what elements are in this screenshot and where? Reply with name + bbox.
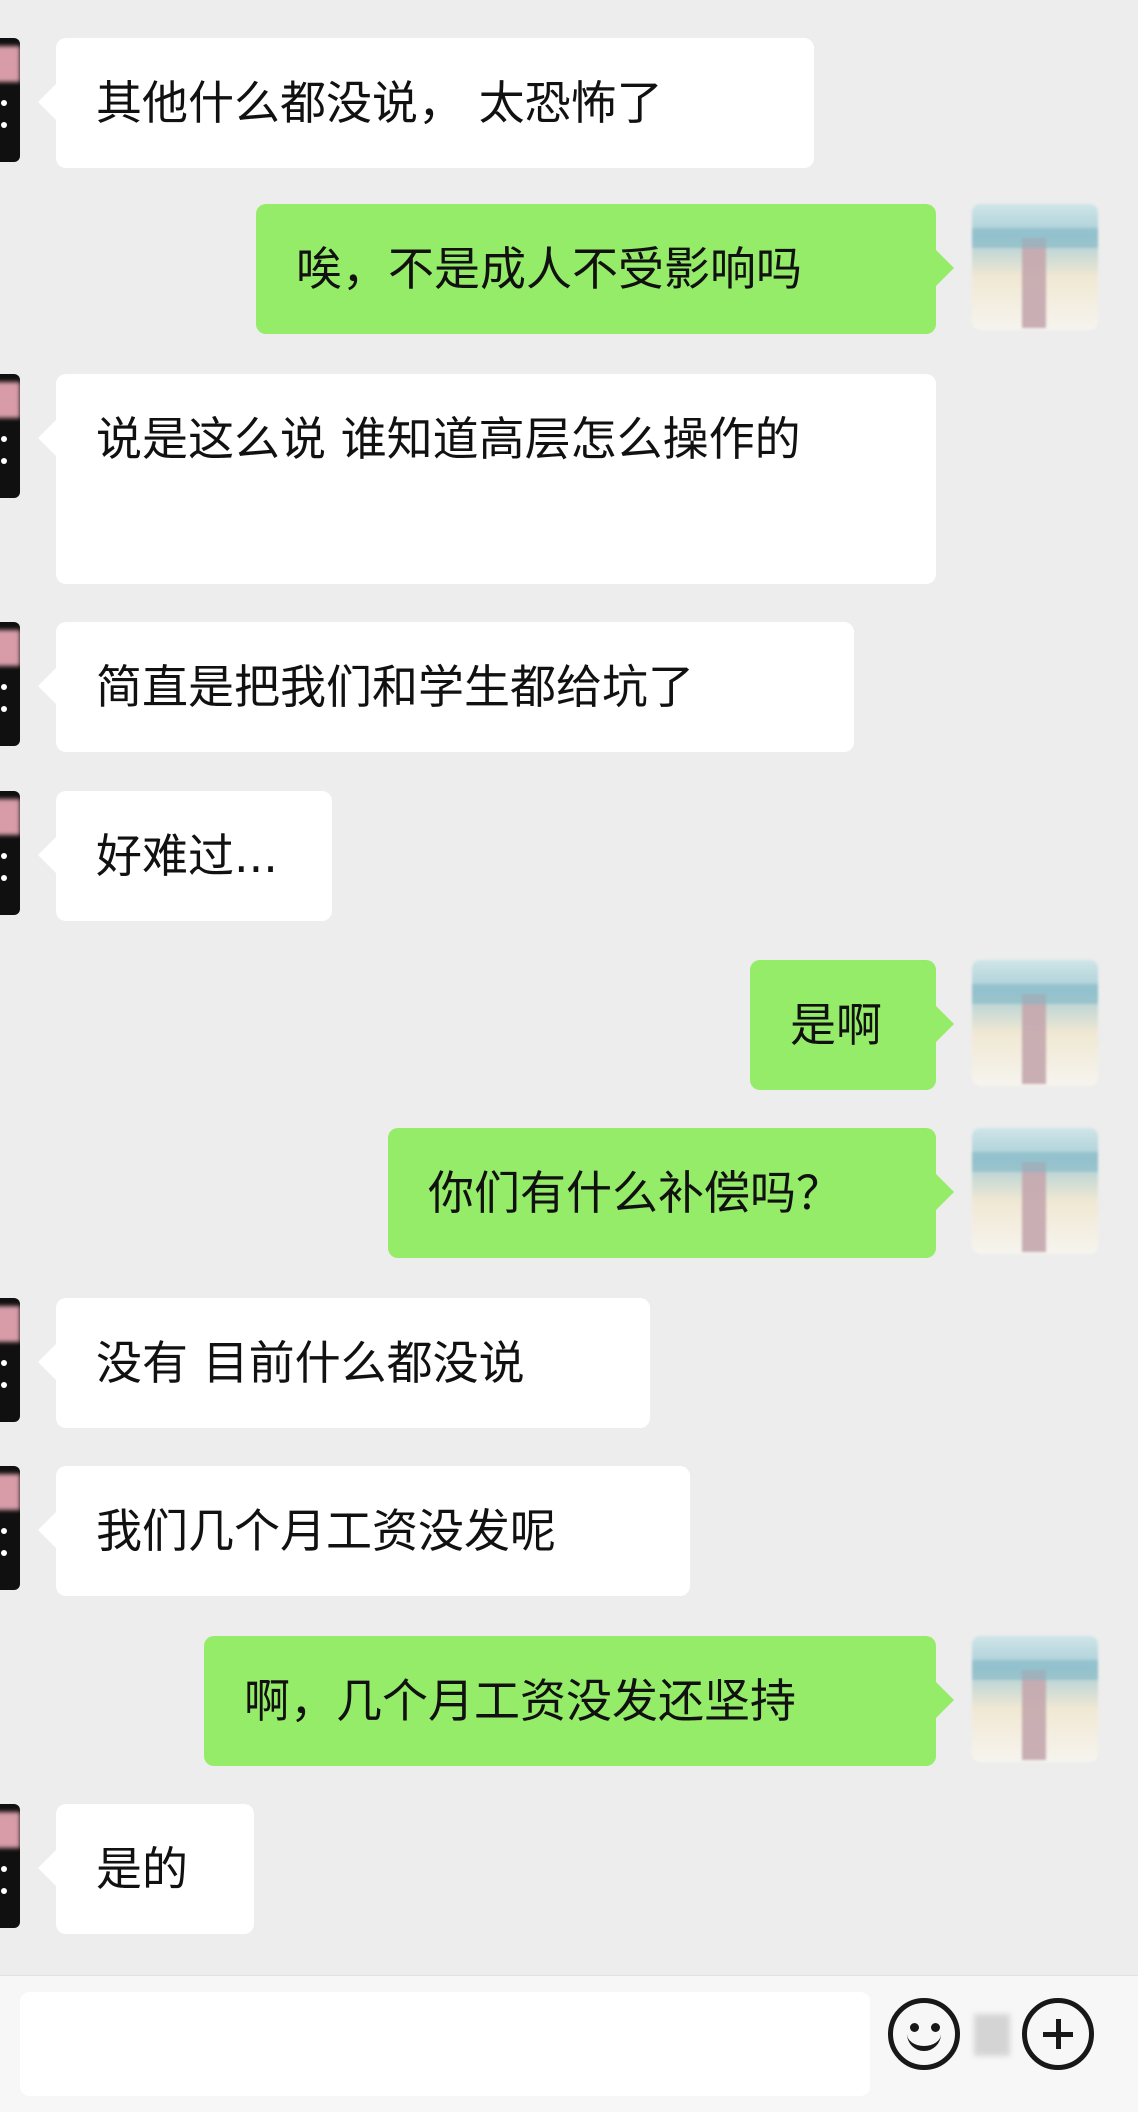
message-row: 好难过... xyxy=(0,791,1138,921)
message-row: 说是这么说 谁知道高层怎么操作的 xyxy=(0,374,1138,584)
message-row: 是啊 xyxy=(0,960,1138,1090)
message-bubble[interactable]: 是啊 xyxy=(750,960,954,1090)
message-row: 是的 xyxy=(0,1804,1138,1934)
message-bubble[interactable]: 说是这么说 谁知道高层怎么操作的 xyxy=(38,374,936,584)
contact-avatar[interactable] xyxy=(0,791,20,915)
message-bubble[interactable]: 好难过... xyxy=(38,791,332,921)
message-row: 你们有什么补偿吗？ xyxy=(0,1128,1138,1258)
message-row: 唉，不是成人不受影响吗 xyxy=(0,204,1138,334)
contact-avatar[interactable] xyxy=(0,38,20,162)
input-bar xyxy=(0,1975,1138,2112)
plus-icon[interactable] xyxy=(1022,1998,1094,2070)
message-input[interactable] xyxy=(20,1992,870,2096)
contact-avatar[interactable] xyxy=(0,1298,20,1422)
my-avatar[interactable] xyxy=(972,960,1098,1086)
contact-avatar[interactable] xyxy=(0,1466,20,1590)
my-avatar[interactable] xyxy=(972,204,1098,330)
message-bubble[interactable]: 其他什么都没说， 太恐怖了 xyxy=(38,38,814,168)
my-avatar[interactable] xyxy=(972,1636,1098,1762)
message-bubble[interactable]: 唉，不是成人不受影响吗 xyxy=(256,204,954,334)
emoji-icon[interactable] xyxy=(888,1998,960,2070)
blurred-area xyxy=(974,2014,1010,2056)
contact-avatar[interactable] xyxy=(0,374,20,498)
contact-avatar[interactable] xyxy=(0,622,20,746)
chat-history[interactable]: 其他什么都没说， 太恐怖了 唉，不是成人不受影响吗 说是这么说 谁知道高层怎么操… xyxy=(0,0,1138,1975)
my-avatar[interactable] xyxy=(972,1128,1098,1254)
message-row: 我们几个月工资没发呢 xyxy=(0,1466,1138,1596)
contact-avatar[interactable] xyxy=(0,1804,20,1928)
message-bubble[interactable]: 你们有什么补偿吗？ xyxy=(388,1128,954,1258)
message-bubble[interactable]: 我们几个月工资没发呢 xyxy=(38,1466,690,1596)
message-row: 简直是把我们和学生都给坑了 xyxy=(0,622,1138,752)
message-row: 其他什么都没说， 太恐怖了 xyxy=(0,38,1138,168)
message-bubble[interactable]: 没有 目前什么都没说 xyxy=(38,1298,650,1428)
message-row: 没有 目前什么都没说 xyxy=(0,1298,1138,1428)
message-bubble[interactable]: 是的 xyxy=(38,1804,254,1934)
message-bubble[interactable]: 啊，几个月工资没发还坚持 xyxy=(204,1636,954,1766)
message-bubble[interactable]: 简直是把我们和学生都给坑了 xyxy=(38,622,854,752)
message-row: 啊，几个月工资没发还坚持 xyxy=(0,1636,1138,1766)
